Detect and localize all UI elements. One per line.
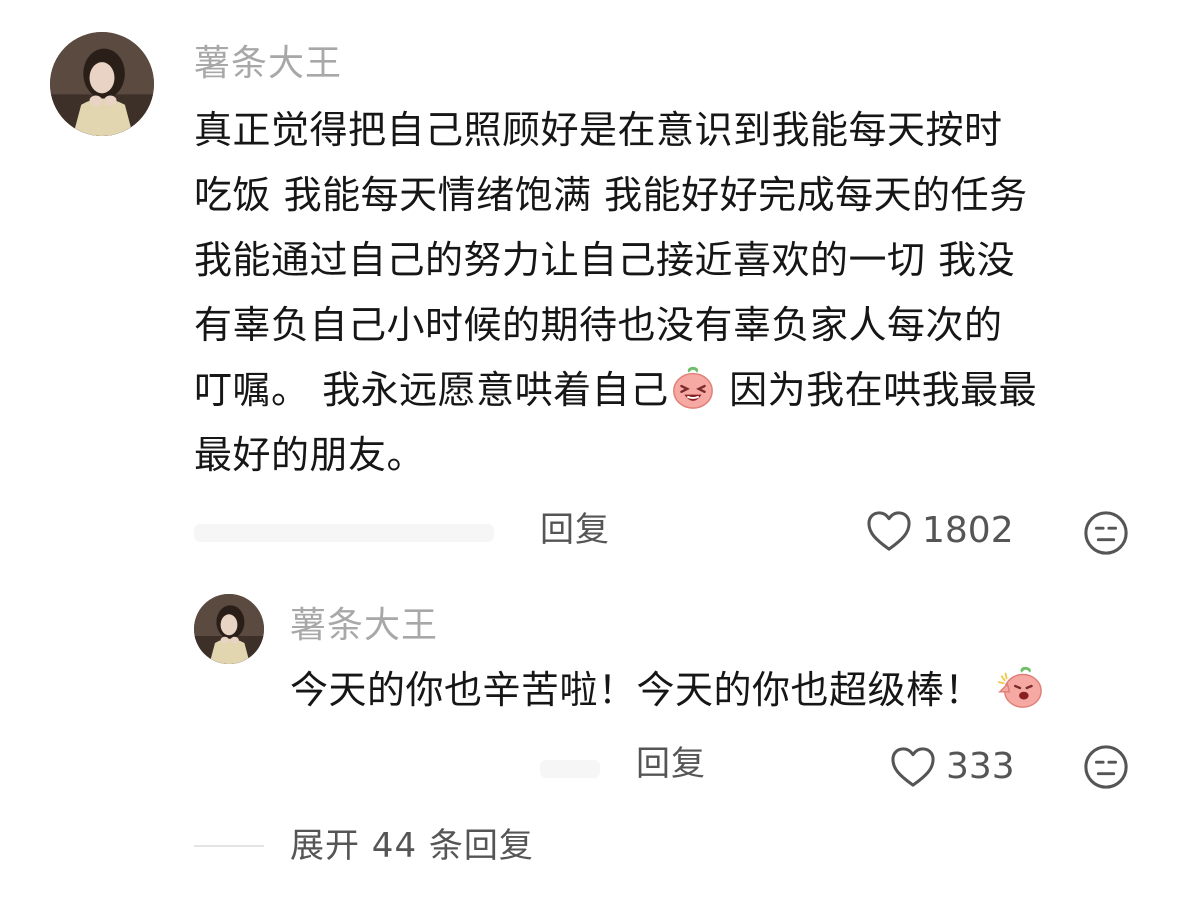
expand-replies-button[interactable]: 展开 44 条回复	[290, 826, 534, 866]
reply-line-segment: 今天的你也辛苦啦！今天的你也超级棒！	[290, 668, 984, 712]
neutral-face-icon	[1084, 511, 1128, 555]
dislike-button[interactable]	[1083, 510, 1129, 556]
comment-line-segment: 叮嘱。 我永远愿意哄着自己	[194, 368, 669, 412]
user-avatar[interactable]	[50, 32, 154, 136]
like-count: 333	[946, 746, 1015, 787]
reply-button[interactable]: 回复	[636, 744, 706, 784]
reply-text: 今天的你也辛苦啦！今天的你也超级棒！	[290, 658, 1044, 723]
reply-username[interactable]: 薯条大王	[290, 606, 438, 646]
avatar-photo	[194, 594, 264, 664]
reply-line: 今天的你也辛苦啦！今天的你也超级棒！	[290, 658, 1044, 723]
avatar-photo	[50, 32, 154, 136]
comment-username[interactable]: 薯条大王	[194, 44, 342, 84]
like-button[interactable]: 1802	[866, 510, 1014, 552]
comment-line: 叮嘱。 我永远愿意哄着自己 因为我在哄我最最	[194, 358, 1037, 423]
comment-line: 有辜负自己小时候的期待也没有辜负家人每次的	[194, 303, 1003, 347]
neutral-face-icon	[1084, 745, 1128, 789]
reply-user-avatar[interactable]	[194, 594, 264, 664]
comment-thread: 薯条大王 真正觉得把自己照顾好是在意识到我能每天按时 吃饭 我能每天情绪饱满 我…	[0, 0, 1178, 920]
comment-line: 吃饭 我能每天情绪饱满 我能好好完成每天的任务	[194, 173, 1028, 217]
comment-line-segment: 因为我在哄我最最	[716, 368, 1038, 412]
heart-icon	[891, 747, 935, 787]
heart-icon	[867, 511, 911, 551]
expand-divider	[194, 845, 264, 847]
dislike-button[interactable]	[1083, 744, 1129, 790]
comment-line: 真正觉得把自己照顾好是在意识到我能每天按时	[194, 108, 1003, 152]
blurred-meta	[194, 524, 494, 542]
comment-line: 最好的朋友。	[194, 433, 426, 477]
comment-line: 我能通过自己的努力让自己接近喜欢的一切 我没	[194, 238, 1016, 282]
blurred-meta	[540, 760, 600, 778]
cheering-peach-emoji	[996, 663, 1044, 711]
comment-text: 真正觉得把自己照顾好是在意识到我能每天按时 吃饭 我能每天情绪饱满 我能好好完成…	[194, 98, 1037, 488]
like-count: 1802	[922, 510, 1014, 551]
laughing-peach-emoji	[669, 363, 717, 411]
like-button[interactable]: 333	[890, 746, 1015, 788]
reply-button[interactable]: 回复	[540, 510, 610, 550]
